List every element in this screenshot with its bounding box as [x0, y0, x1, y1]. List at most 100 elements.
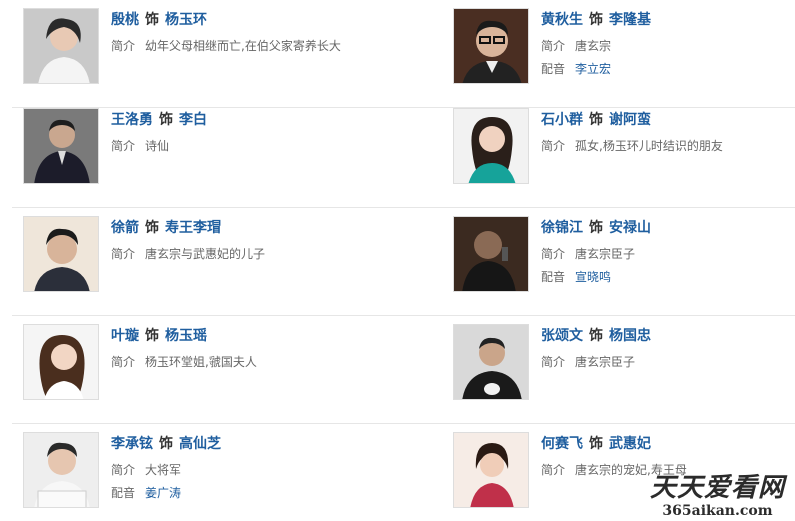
intro-label: 简介 — [541, 463, 566, 477]
cast-card: 叶璇饰杨玉瑶 简介 杨玉环堂姐,虢国夫人 — [23, 324, 403, 414]
cast-info: 叶璇饰杨玉瑶 简介 杨玉环堂姐,虢国夫人 — [111, 326, 401, 372]
cast-title: 李承铉饰高仙芝 — [111, 434, 401, 454]
actor-photo[interactable] — [23, 8, 99, 84]
intro-text: 唐玄宗臣子 — [575, 355, 636, 369]
voice-line: 配音 李立宏 — [541, 59, 795, 79]
cast-title: 黄秋生饰李隆基 — [541, 10, 795, 30]
actor-photo[interactable] — [453, 8, 529, 84]
role-name-link[interactable]: 武惠妃 — [609, 436, 651, 452]
cast-card: 徐箭饰寿王李瑁 简介 唐玄宗与武惠妃的儿子 — [23, 216, 403, 306]
as-label: 饰 — [145, 328, 159, 344]
voice-label: 配音 — [111, 486, 136, 500]
actor-photo[interactable] — [453, 324, 529, 400]
as-label: 饰 — [159, 112, 173, 128]
role-name-link[interactable]: 高仙芝 — [179, 436, 221, 452]
role-name-link[interactable]: 寿王李瑁 — [165, 220, 221, 236]
as-label: 饰 — [589, 328, 603, 344]
actor-photo[interactable] — [23, 324, 99, 400]
cast-info: 李承铉饰高仙芝 简介 大将军 配音 姜广涛 — [111, 434, 401, 503]
cast-title: 殷桃饰杨玉环 — [111, 10, 401, 30]
role-name-link[interactable]: 杨国忠 — [609, 328, 651, 344]
voice-actor-link[interactable]: 李立宏 — [575, 62, 611, 76]
cast-title: 王洛勇饰李白 — [111, 110, 401, 130]
actor-name-link[interactable]: 叶璇 — [111, 328, 139, 344]
actor-photo[interactable] — [23, 108, 99, 184]
actor-photo[interactable] — [23, 216, 99, 292]
cast-title: 何赛飞饰武惠妃 — [541, 434, 795, 454]
actor-photo[interactable] — [453, 108, 529, 184]
cast-info: 徐箭饰寿王李瑁 简介 唐玄宗与武惠妃的儿子 — [111, 218, 401, 264]
cast-card: 王洛勇饰李白 简介 诗仙 — [23, 108, 403, 198]
as-label: 饰 — [145, 12, 159, 28]
actor-name-link[interactable]: 张颂文 — [541, 328, 583, 344]
actor-name-link[interactable]: 黄秋生 — [541, 12, 583, 28]
cast-card: 黄秋生饰李隆基 简介 唐玄宗 配音 李立宏 — [453, 8, 795, 98]
as-label: 饰 — [589, 112, 603, 128]
intro-line: 简介 杨玉环堂姐,虢国夫人 — [111, 352, 401, 372]
intro-line: 简介 唐玄宗臣子 — [541, 352, 795, 372]
as-label: 饰 — [589, 220, 603, 236]
portrait-image — [454, 217, 528, 291]
actor-name-link[interactable]: 徐锦江 — [541, 220, 583, 236]
portrait-image — [454, 109, 528, 183]
voice-actor-link[interactable]: 姜广涛 — [145, 486, 181, 500]
actor-name-link[interactable]: 何赛飞 — [541, 436, 583, 452]
as-label: 饰 — [589, 12, 603, 28]
intro-label: 简介 — [111, 247, 136, 261]
cast-title: 石小群饰谢阿蛮 — [541, 110, 795, 130]
intro-line: 简介 唐玄宗臣子 — [541, 244, 795, 264]
intro-label: 简介 — [541, 247, 566, 261]
cast-list: 殷桃饰杨玉环 简介 幼年父母相继而亡,在伯父家寄养长大 黄秋生饰李隆基 简介 唐玄宗… — [0, 0, 795, 521]
actor-name-link[interactable]: 殷桃 — [111, 12, 139, 28]
voice-line: 配音 宣晓鸣 — [541, 267, 795, 287]
cast-info: 王洛勇饰李白 简介 诗仙 — [111, 110, 401, 156]
intro-label: 简介 — [541, 139, 566, 153]
cast-card: 张颂文饰杨国忠 简介 唐玄宗臣子 — [453, 324, 795, 414]
cast-title: 张颂文饰杨国忠 — [541, 326, 795, 346]
role-name-link[interactable]: 李白 — [179, 112, 207, 128]
intro-text: 杨玉环堂姐,虢国夫人 — [145, 355, 257, 369]
portrait-image — [24, 109, 98, 183]
intro-line: 简介 大将军 — [111, 460, 401, 480]
actor-name-link[interactable]: 李承铉 — [111, 436, 153, 452]
role-name-link[interactable]: 安禄山 — [609, 220, 651, 236]
actor-name-link[interactable]: 石小群 — [541, 112, 583, 128]
actor-photo[interactable] — [453, 216, 529, 292]
intro-label: 简介 — [111, 139, 136, 153]
role-name-link[interactable]: 谢阿蛮 — [609, 112, 651, 128]
actor-name-link[interactable]: 徐箭 — [111, 220, 139, 236]
portrait-image — [24, 9, 98, 83]
cast-card: 徐锦江饰安禄山 简介 唐玄宗臣子 配音 宣晓鸣 — [453, 216, 795, 306]
cast-card: 石小群饰谢阿蛮 简介 孤女,杨玉环儿时结识的朋友 — [453, 108, 795, 198]
watermark-url: 365aikan.com — [662, 503, 773, 519]
portrait-image — [454, 325, 528, 399]
intro-label: 简介 — [541, 39, 566, 53]
actor-name-link[interactable]: 王洛勇 — [111, 112, 153, 128]
role-name-link[interactable]: 杨玉瑶 — [165, 328, 207, 344]
actor-photo[interactable] — [23, 432, 99, 508]
intro-text: 唐玄宗与武惠妃的儿子 — [145, 247, 266, 261]
intro-text: 孤女,杨玉环儿时结识的朋友 — [575, 139, 723, 153]
portrait-image — [454, 9, 528, 83]
intro-line: 简介 诗仙 — [111, 136, 401, 156]
voice-line: 配音 姜广涛 — [111, 483, 401, 503]
voice-actor-link[interactable]: 宣晓鸣 — [575, 270, 611, 284]
intro-text: 幼年父母相继而亡,在伯父家寄养长大 — [145, 39, 341, 53]
as-label: 饰 — [145, 220, 159, 236]
watermark-title: 天天爱看网 — [649, 473, 785, 503]
role-name-link[interactable]: 杨玉环 — [165, 12, 207, 28]
portrait-image — [24, 433, 98, 507]
cast-row: 徐箭饰寿王李瑁 简介 唐玄宗与武惠妃的儿子 徐锦江饰安禄山 简介 唐玄宗臣子 配音宣… — [12, 208, 795, 316]
cast-row: 王洛勇饰李白 简介 诗仙 石小群饰谢阿蛮 简介 孤女,杨玉环儿时结识的朋友 — [12, 100, 795, 208]
cast-row: 殷桃饰杨玉环 简介 幼年父母相继而亡,在伯父家寄养长大 黄秋生饰李隆基 简介 唐玄宗… — [12, 0, 795, 108]
as-label: 饰 — [159, 436, 173, 452]
intro-label: 简介 — [111, 463, 136, 477]
intro-line: 简介 孤女,杨玉环儿时结识的朋友 — [541, 136, 795, 156]
actor-photo[interactable] — [453, 432, 529, 508]
intro-line: 简介 唐玄宗 — [541, 36, 795, 56]
role-name-link[interactable]: 李隆基 — [609, 12, 651, 28]
intro-line: 简介 唐玄宗与武惠妃的儿子 — [111, 244, 401, 264]
cast-info: 殷桃饰杨玉环 简介 幼年父母相继而亡,在伯父家寄养长大 — [111, 10, 401, 56]
intro-text: 大将军 — [145, 463, 182, 477]
site-watermark: 天天爱看网 365aikan.com — [650, 473, 785, 519]
